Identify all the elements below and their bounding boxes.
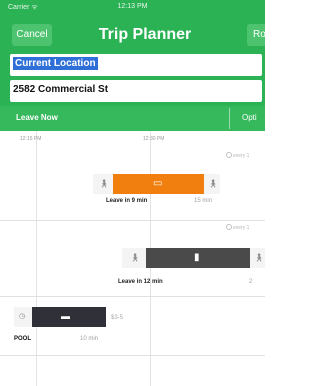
leave-time-label: Leave in 9 min	[106, 198, 148, 204]
page-title: Trip Planner	[98, 26, 192, 43]
status-time: 12:13 PM	[117, 3, 148, 10]
duration-label: 2	[249, 279, 253, 285]
timeline-gridline	[36, 131, 37, 386]
train-icon: ▮	[194, 252, 200, 263]
to-location-field[interactable]: 2582 Commercial St	[10, 80, 262, 102]
duration-label: 10 min	[80, 336, 99, 342]
time-label: 12:30 PM	[143, 136, 165, 142]
trip-timeline[interactable]: 12:15 PM 12:30 PM every 1 🚶︎ ▭ 🚶︎ Leave …	[0, 131, 265, 386]
cancel-button[interactable]: Cancel	[12, 24, 52, 46]
frequency-label: every 1	[226, 224, 249, 231]
walk-icon: 🚶︎	[208, 179, 219, 188]
walk-segment: 🚶︎	[122, 248, 146, 268]
route-option-bar[interactable]: ◷ ▬	[14, 307, 106, 327]
route-option-bar[interactable]: 🚶︎ ▮ 🚶︎	[122, 248, 265, 268]
header: Carrier ᯤ 12:13 PM Cancel Trip Planner R…	[0, 0, 265, 131]
from-location-value: Current Location	[13, 57, 98, 70]
clock-icon: ◷	[19, 313, 26, 320]
walk-icon: 🚶︎	[99, 179, 110, 188]
route-divider	[0, 220, 265, 221]
walk-icon: 🚶︎	[254, 253, 265, 262]
price-label: $3-5	[111, 315, 124, 321]
options-bar: Leave Now Opti	[0, 106, 265, 131]
ride-segment: ▬	[32, 307, 106, 327]
route-divider	[0, 296, 265, 297]
time-label: 12:15 PM	[20, 136, 42, 142]
status-bar: Carrier ᯤ 12:13 PM	[0, 0, 265, 18]
walk-segment: 🚶︎	[250, 248, 265, 268]
frequency-label: every 1	[226, 152, 249, 159]
car-icon: ▬	[61, 311, 70, 321]
walk-segment: 🚶︎	[93, 174, 113, 194]
route-option-bar[interactable]: 🚶︎ ▭ 🚶︎	[93, 174, 220, 194]
options-divider	[229, 108, 230, 129]
service-label: POOL	[14, 336, 32, 342]
from-location-field[interactable]: Current Location	[10, 54, 262, 76]
wait-segment: ◷	[14, 307, 32, 327]
options-button[interactable]: Opti	[242, 113, 257, 122]
transit-segment: ▭	[113, 174, 204, 194]
walk-segment: 🚶︎	[204, 174, 220, 194]
to-location-value: 2582 Commercial St	[13, 84, 109, 95]
bus-icon: ▭	[153, 178, 163, 189]
leave-time-label: Leave in 12 min	[118, 279, 163, 285]
route-divider	[0, 355, 265, 356]
route-button[interactable]: Ro	[247, 24, 265, 46]
trip-planner-screen: Carrier ᯤ 12:13 PM Cancel Trip Planner R…	[0, 0, 265, 386]
leave-now-button[interactable]: Leave Now	[16, 113, 58, 122]
transit-segment: ▮	[146, 248, 250, 268]
walk-icon: 🚶︎	[130, 253, 141, 262]
clock-icon	[226, 152, 232, 158]
clock-icon	[226, 224, 232, 230]
duration-label: 15 min	[194, 198, 213, 204]
nav-bar: Cancel Trip Planner Ro	[0, 18, 265, 52]
